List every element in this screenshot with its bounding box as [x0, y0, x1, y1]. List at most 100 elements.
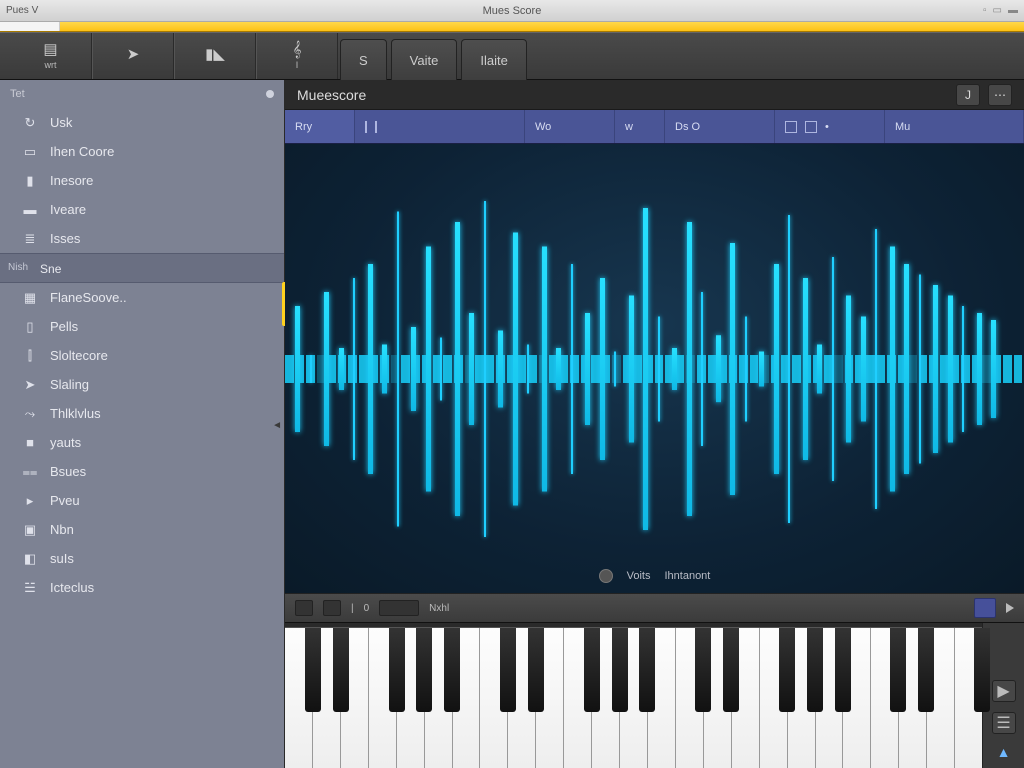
sidebar-item-ihen-coore[interactable]: ▭ Ihen Coore — [0, 137, 284, 166]
black-key[interactable] — [890, 628, 906, 712]
win-close-icon[interactable]: ▬ — [1008, 5, 1018, 16]
bookmark-icon: ▮ — [22, 174, 38, 188]
sidebar-group-text: Sne — [40, 262, 61, 276]
transport-divider: | — [351, 603, 354, 614]
toolbar-open-button[interactable]: ▮◣ — [174, 33, 256, 79]
tab-vaite[interactable]: Vaite — [391, 39, 458, 81]
toolbar-note-button[interactable]: 𝄞 I — [256, 33, 338, 79]
ruler-cell-5[interactable]: • — [775, 110, 885, 143]
ruler-box2-icon — [805, 121, 817, 133]
piano-keyboard[interactable] — [285, 627, 982, 768]
sidebar-item-pells[interactable]: ▯ Pells — [0, 312, 284, 341]
panel-icon: ▭ — [22, 145, 38, 159]
refresh-icon: ↻ — [22, 116, 38, 130]
sidebar-item-sloltecore[interactable]: ⫿Sloltecore — [0, 341, 284, 370]
sidebar: ◄ Tet ↻Usk▭Ihen Coore▮Inesore▬Iveare≣Iss… — [0, 80, 285, 768]
black-key[interactable] — [500, 628, 516, 712]
save-icon: ▣ — [22, 523, 38, 537]
transport-bar: | 0 Nxhl — [285, 593, 1024, 623]
black-key[interactable] — [974, 628, 990, 712]
ruler-cell-6[interactable]: Mu — [885, 110, 1024, 143]
black-key[interactable] — [807, 628, 823, 712]
black-key[interactable] — [528, 628, 544, 712]
black-key[interactable] — [639, 628, 655, 712]
main-title: Mueescore — [297, 87, 366, 103]
main-head-button[interactable]: J — [956, 84, 980, 106]
ruler-box-icon — [785, 121, 797, 133]
transport-rec-button[interactable] — [323, 600, 341, 616]
folder-icon: ▬ — [22, 203, 38, 217]
black-key[interactable] — [305, 628, 321, 712]
sidebar-item-yauts[interactable]: ■yauts — [0, 428, 284, 457]
main-toolbar: ▤ wrt ➤ ▮◣ 𝄞 I S Vaite Ilaite — [0, 32, 1024, 80]
black-key[interactable] — [333, 628, 349, 712]
main-head-more-button[interactable]: ⋯ — [988, 84, 1012, 106]
sidebar-item-flanesoove-[interactable]: ▦ FlaneSoove.. — [0, 283, 284, 312]
layers-icon: ☱ — [22, 581, 38, 595]
new-doc-icon: ▤ — [43, 42, 57, 58]
ruler-cell-2[interactable]: Wo — [525, 110, 615, 143]
track-ruler[interactable]: Rry Wo w Ds O • Mu — [285, 110, 1024, 144]
black-key[interactable] — [389, 628, 405, 712]
grid-icon: ▦ — [22, 291, 38, 305]
black-key[interactable] — [416, 628, 432, 712]
sidebar-item-pveu[interactable]: ▸Pveu — [0, 486, 284, 515]
toolbar-play-button[interactable]: ➤ — [92, 33, 174, 79]
piano-side-play-button[interactable]: ▶ — [992, 680, 1016, 702]
sidebar-item-thlklvlus[interactable]: ⤳Thlklvlus — [0, 399, 284, 428]
send-icon: ➤ — [22, 378, 38, 392]
transport-play-icon[interactable] — [1006, 603, 1014, 613]
sidebar-item-label: Pveu — [50, 493, 80, 508]
black-key[interactable] — [584, 628, 600, 712]
sidebar-item-label: Inesore — [50, 173, 93, 188]
ruler-first-cell[interactable]: Rry — [285, 110, 355, 143]
sidebar-item-label: Ihen Coore — [50, 144, 114, 159]
black-key[interactable] — [779, 628, 795, 712]
sidebar-item-usk[interactable]: ↻Usk — [0, 108, 284, 137]
tab-s[interactable]: S — [340, 39, 387, 81]
win-min-icon[interactable]: ▫ — [983, 5, 987, 16]
accent-bar — [0, 22, 1024, 32]
ruler-cell-3[interactable]: w — [615, 110, 665, 143]
black-key[interactable] — [723, 628, 739, 712]
sidebar-item-label: Sloltecore — [50, 348, 108, 363]
footer-knob[interactable] — [599, 569, 613, 583]
sidebar-item-slaling[interactable]: ➤Slaling — [0, 370, 284, 399]
toolbar-new-button[interactable]: ▤ wrt — [10, 33, 92, 79]
black-key[interactable] — [835, 628, 851, 712]
titlebar-left-label: Pues V — [6, 5, 38, 16]
sidebar-item-label: Pells — [50, 319, 78, 334]
sidebar-item-isses[interactable]: ≣Isses — [0, 224, 284, 253]
sidebar-item-suis[interactable]: ◧suIs — [0, 544, 284, 573]
sidebar-group-label[interactable]: Nish Sne — [0, 253, 284, 283]
waveform-view[interactable]: Voits Ihntanont — [285, 144, 1024, 593]
sidebar-item-icteclus[interactable]: ☱Icteclus — [0, 573, 284, 602]
black-key[interactable] — [918, 628, 934, 712]
folder-icon: ▮◣ — [205, 47, 225, 63]
transport-display[interactable] — [379, 600, 419, 616]
black-key[interactable] — [695, 628, 711, 712]
piano-side-menu-button[interactable]: ☰ — [992, 712, 1016, 734]
equals-icon: ⩵ — [22, 465, 38, 479]
sidebar-item-inesore[interactable]: ▮ Inesore — [0, 166, 284, 195]
sidebar-collapse-chevron-icon[interactable]: ◄ — [272, 420, 282, 431]
sidebar-item-label: FlaneSoove.. — [50, 290, 127, 305]
window-title: Mues Score — [483, 5, 542, 17]
win-max-icon[interactable]: ▭ — [993, 5, 1002, 16]
sidebar-item-nbn[interactable]: ▣Nbn — [0, 515, 284, 544]
menu-icon: ☰ — [996, 713, 1010, 733]
ruler-cell-4[interactable]: Ds O — [665, 110, 775, 143]
transport-right-button[interactable] — [974, 598, 996, 618]
tab-ilaite[interactable]: Ilaite — [461, 39, 526, 81]
main-header: Mueescore J ⋯ — [285, 80, 1024, 110]
black-key[interactable] — [444, 628, 460, 712]
toolbar-new-label: wrt — [45, 60, 57, 70]
black-key[interactable] — [612, 628, 628, 712]
transport-stop-button[interactable] — [295, 600, 313, 616]
sidebar-item-iveare[interactable]: ▬Iveare — [0, 195, 284, 224]
play-icon: ▶ — [997, 681, 1009, 701]
sidebar-item-bsues[interactable]: ⩵Bsues — [0, 457, 284, 486]
main-panel: Mueescore J ⋯ Rry Wo w Ds O • Mu — [285, 80, 1024, 768]
doc-icon: ▯ — [22, 320, 38, 334]
ruler-cell-1[interactable] — [355, 110, 525, 143]
